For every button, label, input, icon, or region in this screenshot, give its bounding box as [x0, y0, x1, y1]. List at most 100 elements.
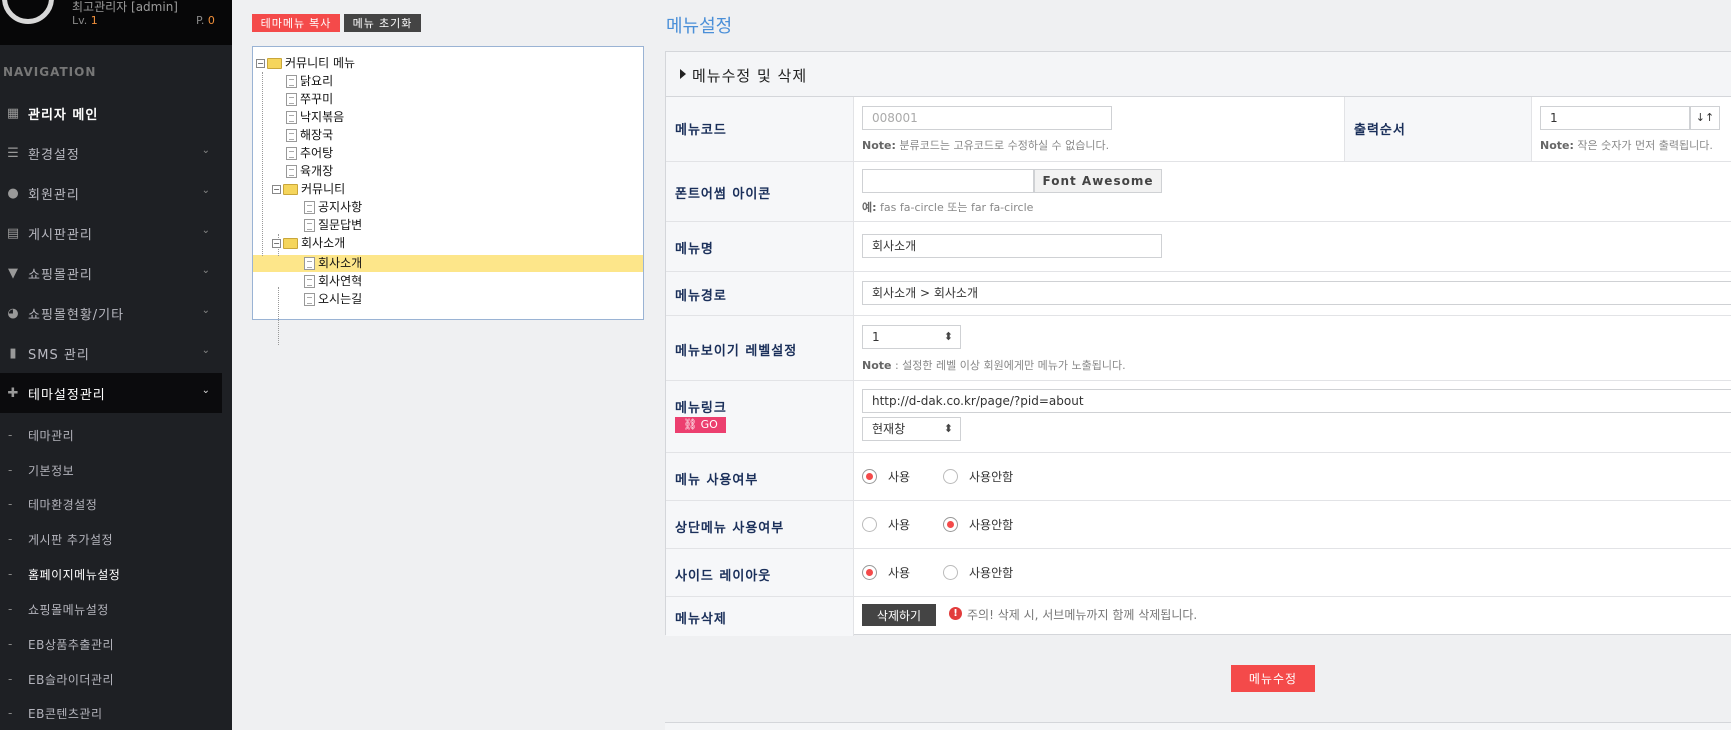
user-point: P. 0 — [196, 14, 215, 27]
tree-node[interactable]: 공지사항 — [304, 199, 362, 216]
order-label: 출력순서 — [1354, 123, 1406, 138]
radio-label: 사용 — [888, 566, 911, 580]
tree-node[interactable]: 질문답변 — [304, 217, 362, 234]
tree-node-label: 오시는길 — [318, 292, 363, 306]
sidebar-item-sms[interactable]: ▮ SMS 관리 ⌄ — [0, 333, 222, 373]
sidebar-sub-item-current[interactable]: - 홈페이지메뉴설정 — [0, 557, 222, 591]
tree-node-selected[interactable]: 회사소개 — [304, 255, 362, 272]
sidebar-sub-item[interactable]: - EB콘텐츠관리 — [0, 696, 222, 730]
menu-code-note: Note: 분류코드는 고유코드로 수정하실 수 없습니다. — [862, 137, 1109, 153]
avatar[interactable] — [2, 0, 54, 24]
menu-use-radio-no[interactable] — [943, 469, 958, 484]
user-name: 최고관리자 [admin] — [72, 0, 178, 14]
tree-node-label: 회사연혁 — [318, 274, 363, 288]
tree-node[interactable]: 오시는길 — [304, 291, 362, 308]
row-top-menu-use: 상단메뉴 사용여부 사용 사용안함 — [666, 501, 1731, 549]
dash-icon: - — [8, 602, 13, 616]
sidebar-sub-item[interactable]: - 테마환경설정 — [0, 487, 222, 521]
tree-node[interactable]: 낙지볶음 — [286, 109, 344, 126]
delete-button[interactable]: 삭제하기 — [862, 604, 936, 626]
sliders-icon: ☰ — [7, 145, 19, 161]
row-icon: 폰트어썸 아이콘 Font Awesome 예: fas fa-circle 또… — [666, 162, 1731, 222]
sidebar-item-shop-status[interactable]: ◕ 쇼핑몰현황/기타 ⌄ — [0, 293, 222, 333]
order-note: Note: 작은 숫자가 먼저 출력됩니다. — [1540, 137, 1713, 153]
save-menu-button[interactable]: 메뉴수정 — [1231, 665, 1315, 692]
dash-icon: - — [8, 672, 13, 686]
chevron-down-icon: ⌄ — [201, 185, 210, 196]
copy-theme-menu-button[interactable]: 테마메뉴 복사 — [252, 14, 340, 32]
pie-chart-icon: ◕ — [7, 305, 19, 321]
tree-node-group[interactable]: − 커뮤니티 — [272, 181, 345, 198]
sidebar-sub-item[interactable]: - 게시판 추가설정 — [0, 522, 222, 556]
level-note: Note : 설정한 레벨 이상 회원에게만 메뉴가 노출됩니다. — [862, 357, 1126, 373]
sidebar-sub-label: 테마환경설정 — [28, 497, 98, 512]
next-panel-edge — [665, 722, 1731, 730]
tree-node[interactable]: 추어탕 — [286, 145, 333, 162]
sidebar-sub-item[interactable]: - 쇼핑몰메뉴설정 — [0, 592, 222, 626]
target-select[interactable]: 현재창 — [862, 417, 961, 441]
sidebar: 최고관리자 [admin] Lv. 1 P. 0 NAVIGATION ▦ 관리… — [0, 0, 232, 730]
icon-input[interactable] — [862, 169, 1034, 193]
label-cell: 메뉴삭제 — [666, 597, 854, 636]
sidebar-item-shop[interactable]: ▼ 쇼핑몰관리 ⌄ — [0, 253, 222, 293]
document-icon — [286, 129, 297, 142]
link-go-button[interactable]: ⛓ GO — [675, 417, 726, 433]
tree-node[interactable]: 회사연혁 — [304, 273, 362, 290]
dash-icon: - — [8, 532, 13, 546]
menu-use-radio-yes[interactable] — [862, 469, 877, 484]
sidebar-sub-label: 테마관리 — [28, 428, 75, 443]
sidebar-item-theme[interactable]: ✚ 테마설정관리 ⌄ — [0, 373, 222, 413]
reset-menu-button[interactable]: 메뉴 초기화 — [344, 14, 421, 32]
collapse-icon[interactable]: − — [272, 239, 281, 248]
sidebar-item-label: 환경설정 — [28, 147, 80, 163]
top-menu-radio-yes[interactable] — [862, 517, 877, 532]
tree-node-label: 회사소개 — [318, 256, 363, 270]
tree-node[interactable]: 쭈꾸미 — [286, 91, 333, 108]
tree-line — [262, 72, 263, 256]
sidebar-profile: 최고관리자 [admin] Lv. 1 P. 0 — [0, 0, 232, 45]
tree-node[interactable]: 육개장 — [286, 163, 333, 180]
collapse-icon[interactable]: − — [272, 185, 281, 194]
tree-node-root[interactable]: − 커뮤니티 메뉴 — [256, 55, 355, 72]
chevron-down-icon: ⌄ — [201, 265, 210, 276]
dash-icon: - — [8, 567, 13, 581]
menu-link-input[interactable]: http://d-dak.co.kr/page/?pid=about — [862, 389, 1731, 413]
tree-node[interactable]: 해장국 — [286, 127, 333, 144]
font-awesome-button[interactable]: Font Awesome — [1034, 169, 1162, 193]
panel-header: 메뉴수정 및 삭제 — [666, 52, 1731, 97]
sidebar-item-members[interactable]: ● 회원관리 ⌄ — [0, 173, 222, 213]
note-prefix: 예: — [862, 201, 877, 214]
sidebar-sub-item[interactable]: - EB슬라이더관리 — [0, 662, 222, 696]
tree-node-label: 육개장 — [300, 164, 334, 178]
side-layout-radio-yes[interactable] — [862, 565, 877, 580]
dashboard-icon: ▦ — [6, 105, 20, 121]
tree-node-group[interactable]: − 회사소개 — [272, 235, 345, 252]
top-menu-radio-no[interactable] — [943, 517, 958, 532]
note-prefix: Note: — [862, 139, 896, 152]
tree-node[interactable]: 닭요리 — [286, 73, 333, 90]
level-select[interactable]: 1 — [862, 325, 961, 349]
row-delete: 메뉴삭제 삭제하기 ! 주의! 삭제 시, 서브메뉴까지 함께 삭제됩니다. — [666, 597, 1731, 636]
menu-name-input[interactable]: 회사소개 — [862, 234, 1162, 258]
sidebar-item-settings[interactable]: ☰ 환경설정 ⌄ — [0, 133, 222, 173]
folder-icon — [283, 238, 298, 249]
label-cell: 출력순서 — [1344, 97, 1532, 161]
point-value: 0 — [207, 14, 215, 27]
radio-label: 사용안함 — [969, 566, 1014, 580]
icon-note: 예: fas fa-circle 또는 far fa-circle — [862, 199, 1033, 215]
folder-icon — [267, 58, 282, 69]
dash-icon: - — [8, 706, 13, 720]
sort-icon[interactable]: ↓↑ — [1690, 106, 1720, 130]
sidebar-item-boards[interactable]: ▤ 게시판관리 ⌄ — [0, 213, 222, 253]
collapse-icon[interactable]: − — [256, 59, 265, 68]
sidebar-sub-item[interactable]: - 기본정보 — [0, 453, 222, 487]
sidebar-sub-item[interactable]: - 테마관리 — [0, 418, 222, 452]
note-text: : 설정한 레벨 이상 회원에게만 메뉴가 노출됩니다. — [891, 359, 1126, 372]
sidebar-item-admin-main[interactable]: ▦ 관리자 메인 — [0, 93, 222, 133]
menu-path-label: 메뉴경로 — [675, 289, 727, 304]
order-input[interactable]: 1 — [1540, 106, 1690, 130]
mobile-icon: ▮ — [9, 345, 17, 361]
sidebar-item-label: 쇼핑몰관리 — [28, 267, 93, 283]
sidebar-sub-item[interactable]: - EB상품추출관리 — [0, 627, 222, 661]
side-layout-radio-no[interactable] — [943, 565, 958, 580]
